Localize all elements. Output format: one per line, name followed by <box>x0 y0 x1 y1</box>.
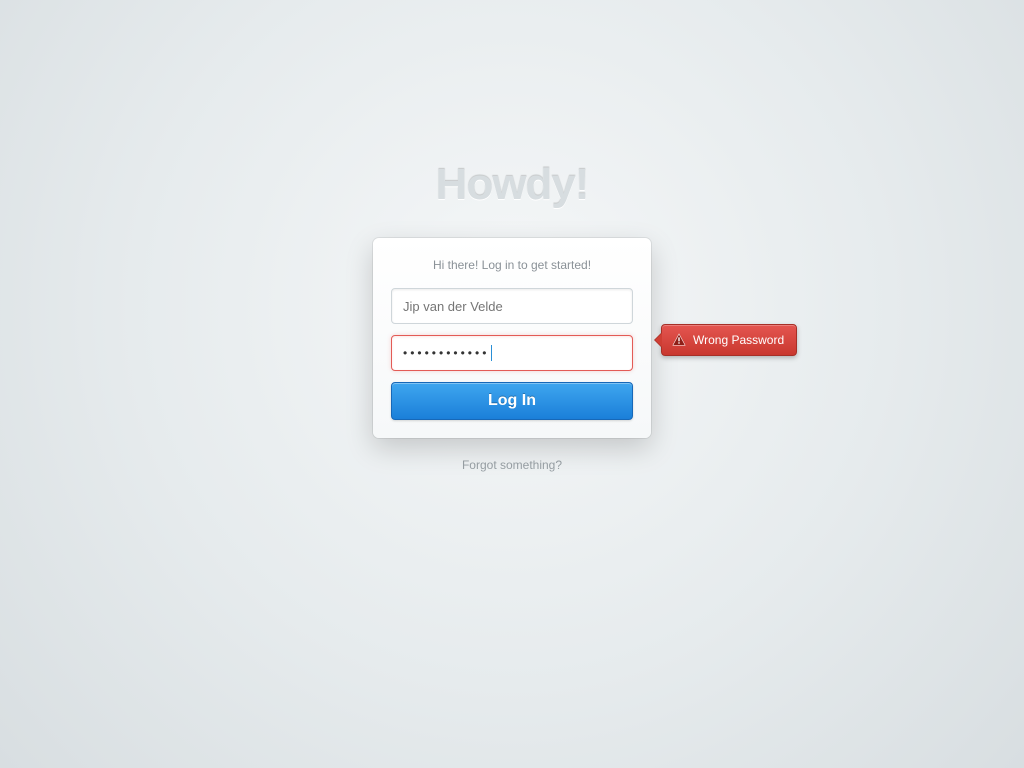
error-tooltip: Wrong Password <box>661 324 797 356</box>
forgot-link[interactable]: Forgot something? <box>462 458 562 472</box>
warning-icon <box>672 333 686 347</box>
login-button[interactable]: Log In <box>391 382 633 420</box>
password-field-wrap: •••••••••••• <box>391 335 633 382</box>
password-input[interactable] <box>391 335 633 371</box>
username-input[interactable] <box>391 288 633 324</box>
greeting-text: Hi there! Log in to get started! <box>391 258 633 272</box>
page-heading: Howdy! <box>436 160 589 210</box>
error-message: Wrong Password <box>693 333 784 347</box>
login-card: Hi there! Log in to get started! •••••••… <box>373 238 651 438</box>
